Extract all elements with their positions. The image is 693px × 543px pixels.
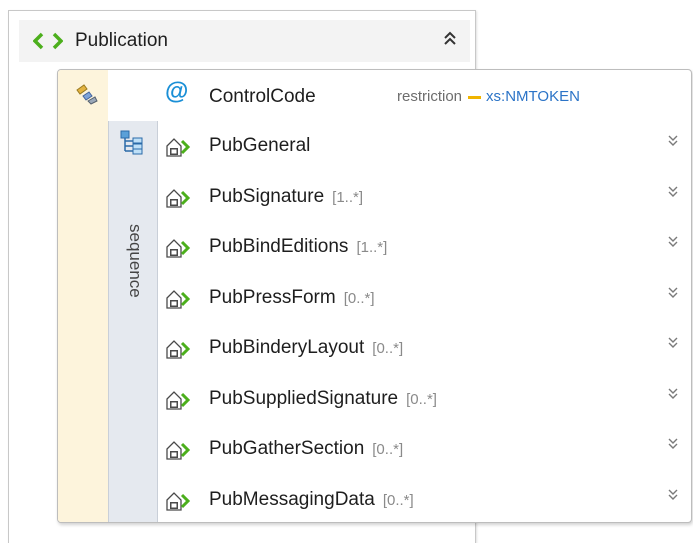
child-element-label: PubPressForm bbox=[209, 286, 336, 308]
child-element-icon bbox=[165, 187, 195, 214]
child-element-row[interactable]: PubBinderyLayout [0..*] bbox=[156, 324, 691, 374]
child-multiplicity: [1..*] bbox=[332, 188, 364, 206]
child-element-label: PubSignature bbox=[209, 185, 325, 207]
expand-chevron-icon[interactable] bbox=[667, 185, 679, 203]
attribute-row-controlcode[interactable]: @ ControlCode restriction xs:NMTOKEN bbox=[156, 70, 691, 120]
child-element-icon bbox=[165, 288, 195, 315]
expand-chevron-icon[interactable] bbox=[667, 134, 679, 152]
child-element-label: PubBinderyLayout bbox=[209, 337, 365, 358]
child-element-row[interactable]: PubMessagingData [0..*] bbox=[156, 476, 691, 523]
child-element-icon bbox=[165, 237, 195, 264]
child-element-row[interactable]: PubGeneral bbox=[156, 122, 691, 172]
child-element-name: PubMessagingData [0..*] bbox=[209, 489, 414, 511]
complex-type-panel: @ ControlCode restriction xs:NMTOKEN sequ… bbox=[57, 69, 692, 523]
child-multiplicity: [0..*] bbox=[372, 340, 404, 357]
expand-chevron-icon[interactable] bbox=[667, 286, 679, 304]
child-multiplicity: [1..*] bbox=[356, 239, 388, 256]
child-element-icon bbox=[165, 338, 195, 365]
child-element-name: PubBinderyLayout [0..*] bbox=[209, 337, 403, 359]
attribute-at-icon: @ bbox=[165, 78, 189, 105]
child-element-row[interactable]: PubPressForm [0..*] bbox=[156, 274, 691, 324]
attribute-restriction: restriction xs:NMTOKEN bbox=[397, 88, 580, 105]
child-element-name: PubGeneral bbox=[209, 135, 318, 157]
child-element-name: PubPressForm [0..*] bbox=[209, 287, 375, 309]
child-element-label: PubMessagingData bbox=[209, 488, 375, 510]
choice-strip bbox=[58, 70, 108, 522]
expand-chevron-icon[interactable] bbox=[667, 336, 679, 354]
child-element-label: PubSuppliedSignature bbox=[209, 387, 399, 409]
child-element-icon bbox=[165, 136, 195, 163]
element-title: Publication bbox=[75, 30, 168, 51]
expand-chevron-icon[interactable] bbox=[667, 235, 679, 253]
sequence-tree-icon bbox=[119, 129, 145, 160]
child-element-icon bbox=[165, 439, 195, 466]
child-element-row[interactable]: PubGatherSection [0..*] bbox=[156, 425, 691, 475]
child-multiplicity: [0..*] bbox=[406, 390, 437, 408]
child-element-name: PubGatherSection [0..*] bbox=[209, 438, 403, 460]
collapse-chevron-icon[interactable] bbox=[443, 30, 457, 51]
restriction-dash-icon bbox=[468, 95, 482, 99]
child-element-row[interactable]: PubSignature [1..*] bbox=[156, 173, 691, 223]
child-element-label: PubBindEditions bbox=[209, 236, 349, 257]
child-element-row[interactable]: PubBindEditions [1..*] bbox=[156, 223, 691, 273]
child-element-icon bbox=[165, 490, 195, 517]
child-element-name: PubSuppliedSignature [0..*] bbox=[209, 388, 437, 410]
expand-chevron-icon[interactable] bbox=[667, 488, 679, 506]
child-multiplicity: [0..*] bbox=[382, 491, 414, 509]
child-element-label: PubGeneral bbox=[209, 135, 311, 156]
child-element-name: PubSignature [1..*] bbox=[209, 186, 363, 208]
sequence-label: sequence bbox=[126, 224, 145, 298]
child-element-row[interactable]: PubSuppliedSignature [0..*] bbox=[156, 375, 691, 425]
attribute-type: xs:NMTOKEN bbox=[486, 88, 580, 105]
choice-icon[interactable] bbox=[74, 82, 100, 111]
attribute-name: ControlCode bbox=[209, 86, 316, 107]
child-element-label: PubGatherSection bbox=[209, 438, 365, 459]
element-brackets-icon bbox=[32, 32, 64, 55]
expand-chevron-icon[interactable] bbox=[667, 437, 679, 455]
child-element-name: PubBindEditions [1..*] bbox=[209, 236, 387, 258]
sequence-bar[interactable]: sequence bbox=[108, 121, 158, 522]
child-multiplicity: [0..*] bbox=[372, 441, 404, 458]
child-element-icon bbox=[165, 389, 195, 416]
expand-chevron-icon[interactable] bbox=[667, 387, 679, 405]
publication-header[interactable]: Publication bbox=[19, 20, 470, 62]
restriction-label: restriction bbox=[397, 88, 463, 105]
child-multiplicity: [0..*] bbox=[343, 289, 375, 307]
